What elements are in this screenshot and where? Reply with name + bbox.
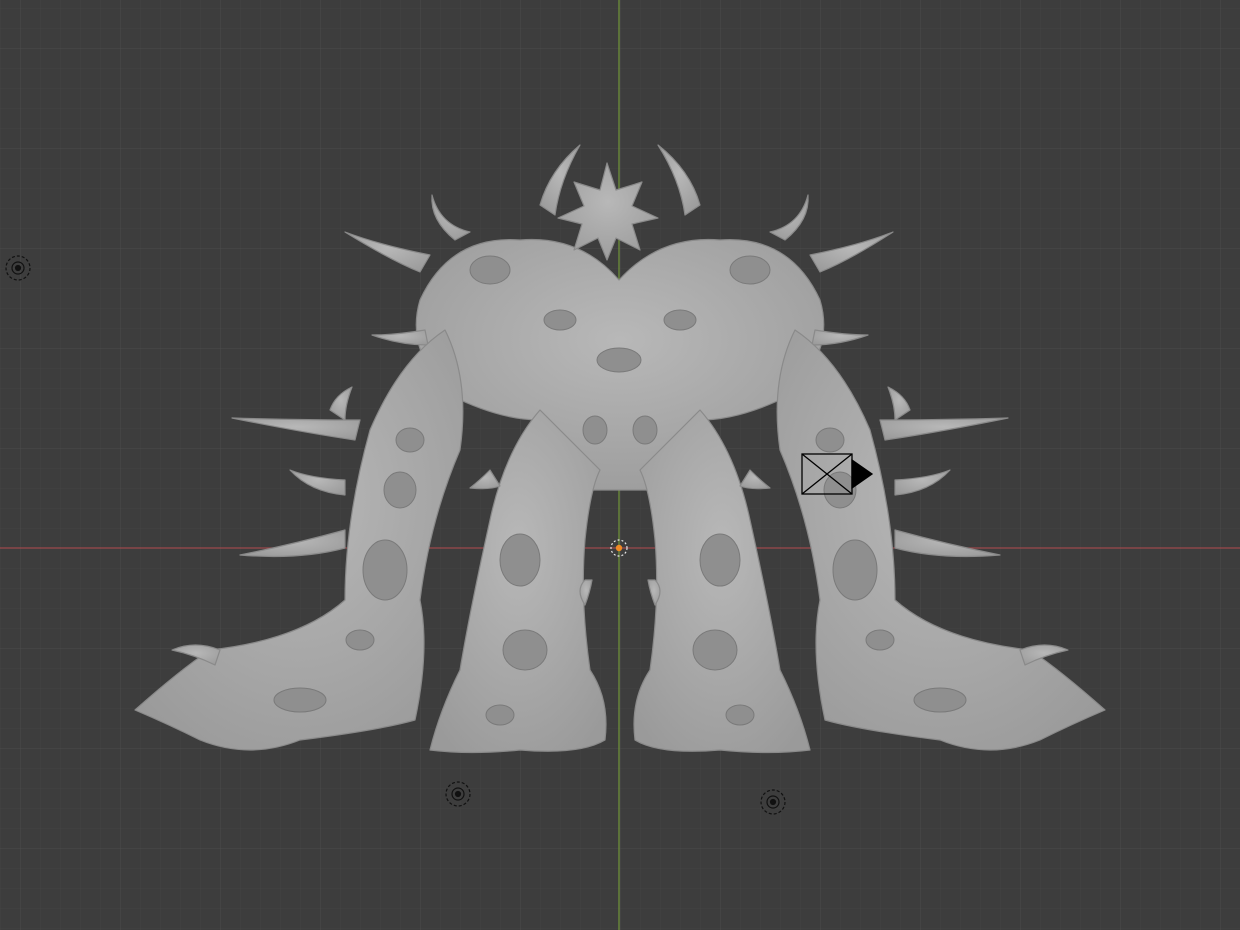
3d-viewport[interactable] xyxy=(0,0,1240,930)
